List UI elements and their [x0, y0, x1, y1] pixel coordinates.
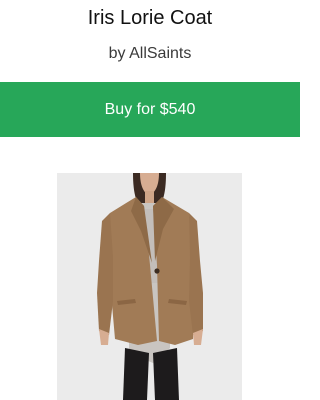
leg-right — [153, 348, 179, 400]
coat-button — [154, 268, 160, 274]
neck — [145, 191, 154, 203]
product-image — [57, 173, 242, 400]
product-brand: by AllSaints — [108, 45, 192, 62]
product-title: Iris Lorie Coat — [87, 7, 213, 29]
buy-button[interactable]: Buy for $540 — [0, 82, 300, 137]
leg-left — [123, 348, 149, 400]
